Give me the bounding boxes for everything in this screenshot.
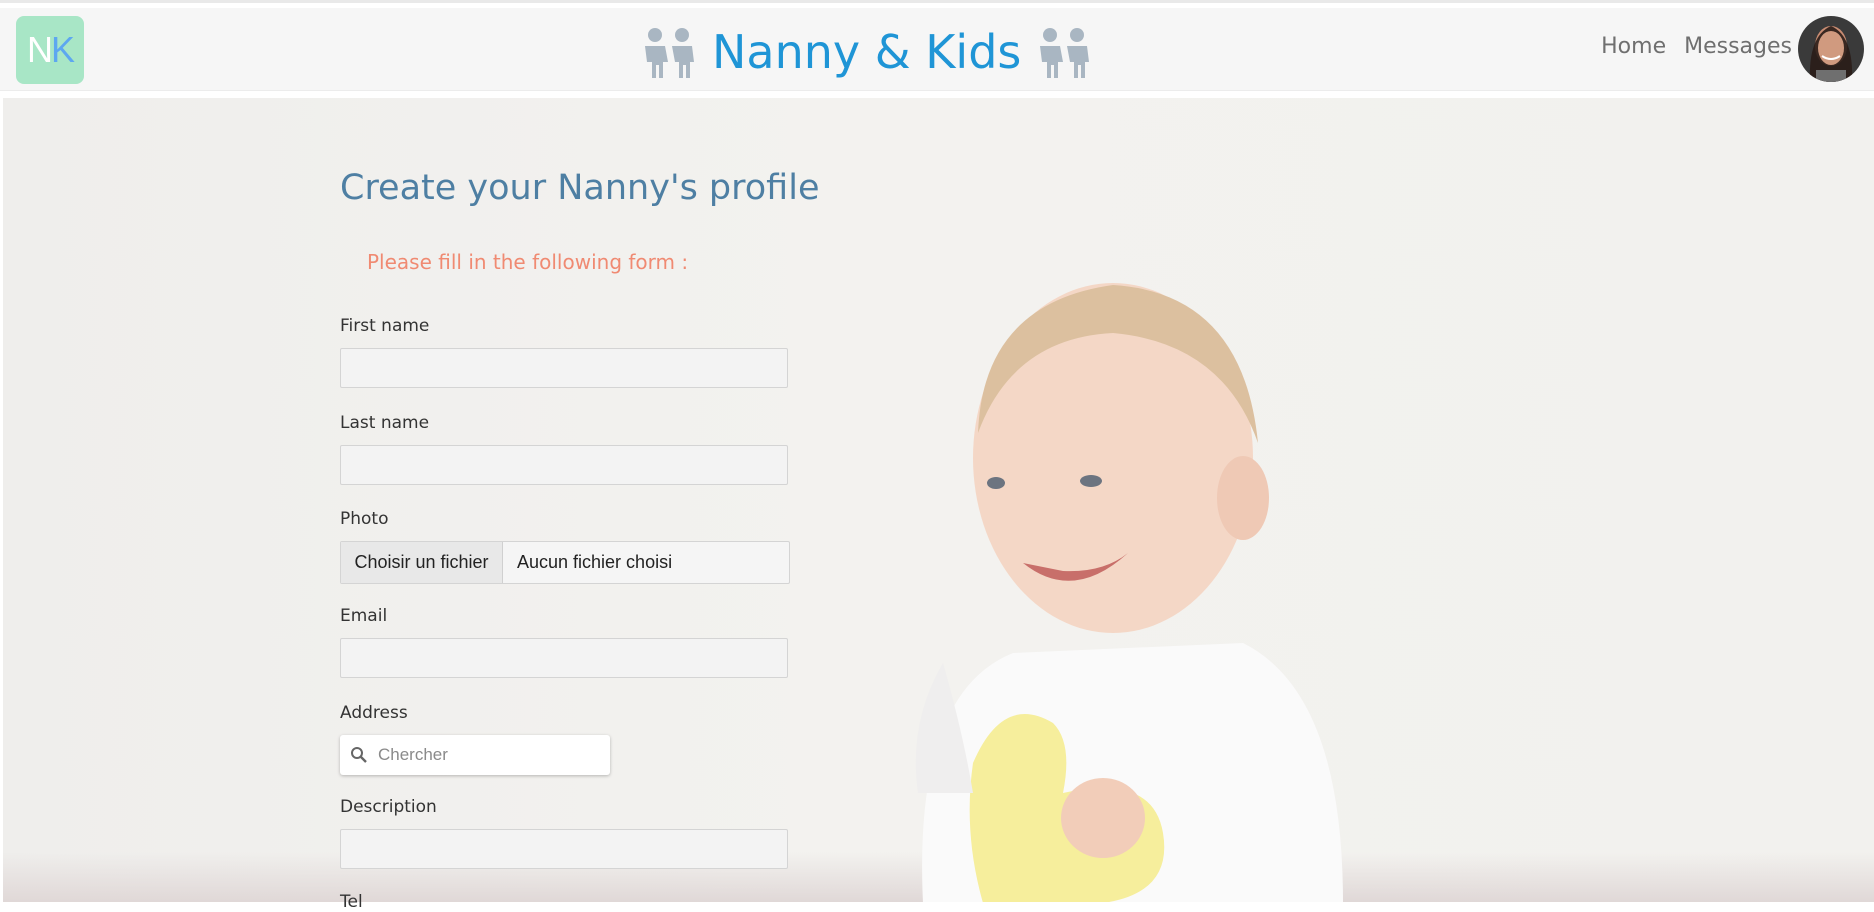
baby-photo [915, 283, 1343, 902]
choose-file-button[interactable]: Choisir un fichier [341, 542, 503, 583]
brand-title: Nanny & Kids [712, 25, 1022, 79]
email-label: Email [340, 606, 388, 626]
tel-label: Tel [340, 892, 363, 912]
hero-background [3, 98, 1874, 902]
top-border [0, 0, 1874, 3]
photo-file-input[interactable]: Choisir un fichier Aucun fichier choisi [340, 541, 790, 584]
logo-letter-n: N [26, 29, 53, 70]
form-subtitle: Please fill in the following form : [367, 250, 689, 274]
description-input[interactable] [340, 829, 788, 869]
page-title: Create your Nanny's profile [340, 168, 820, 208]
nav-home-link[interactable]: Home [1601, 34, 1666, 59]
address-search[interactable] [340, 735, 610, 775]
app-logo[interactable]: NK [16, 16, 84, 84]
navbar: NK Nanny & Kids Home Messages [0, 8, 1874, 91]
kids-icon [1040, 28, 1090, 78]
file-status: Aucun fichier choisi [517, 552, 673, 572]
nav-messages-link[interactable]: Messages [1684, 34, 1792, 59]
logo-letter-k: K [50, 29, 75, 70]
avatar[interactable] [1798, 16, 1864, 82]
nav-links: Home Messages [1601, 34, 1792, 59]
description-label: Description [340, 797, 437, 817]
photo-label: Photo [340, 509, 389, 529]
address-search-input[interactable] [376, 744, 580, 766]
last-name-label: Last name [340, 413, 430, 433]
avatar-image [1798, 16, 1864, 82]
kids-icon [645, 28, 694, 78]
last-name-input[interactable] [340, 445, 788, 485]
email-input[interactable] [340, 638, 788, 678]
first-name-input[interactable] [340, 348, 788, 388]
address-label: Address [340, 703, 408, 723]
search-icon [351, 747, 367, 763]
brand[interactable]: Nanny & Kids [640, 12, 1093, 92]
first-name-label: First name [340, 316, 430, 336]
